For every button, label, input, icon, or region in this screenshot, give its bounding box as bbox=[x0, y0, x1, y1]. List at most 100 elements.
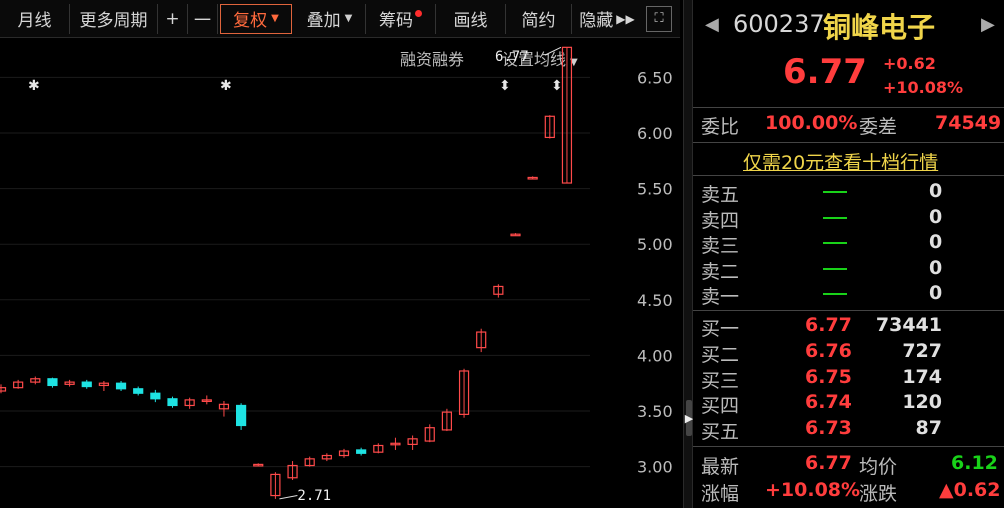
zoom-in-button[interactable]: + bbox=[158, 3, 188, 34]
sell-level-row: 卖五 0 bbox=[693, 180, 1004, 206]
buy-level-price: 6.77 bbox=[805, 314, 852, 336]
low-pointer bbox=[279, 495, 298, 500]
buy-level-qty: 120 bbox=[902, 391, 942, 414]
pct-label: 涨幅 bbox=[701, 483, 740, 505]
buy-level-price: 6.75 bbox=[805, 365, 852, 388]
y-tick-label: 3.50 bbox=[637, 402, 673, 421]
asterisk-marker: ✱ bbox=[220, 78, 232, 94]
weibi-label: 委比 bbox=[701, 116, 740, 138]
latest-value: 6.77 bbox=[805, 452, 852, 474]
buy-level-label: 买一 bbox=[701, 318, 740, 340]
y-tick-label: 4.00 bbox=[637, 346, 673, 365]
stock-name: 铜峰电子 bbox=[823, 11, 936, 44]
buy-level-label: 买二 bbox=[701, 343, 740, 366]
change-value: +0.62 bbox=[883, 54, 936, 73]
fullscreen-icon[interactable]: ⛶ bbox=[646, 5, 672, 32]
low-label: 2.71 bbox=[297, 488, 331, 504]
chips-button[interactable]: 筹码 bbox=[366, 3, 436, 34]
candle-body bbox=[81, 381, 92, 388]
weicha-value: 74549 bbox=[935, 112, 1002, 134]
quote-header: ◀ 600237 铜峰电子 ▶ 6.77 +0.62 +10.08% bbox=[693, 0, 1004, 108]
panel-splitter[interactable]: ▶ bbox=[683, 0, 693, 508]
collapse-arrow-icon[interactable]: ▶ bbox=[685, 400, 693, 436]
buy-level-price: 6.73 bbox=[805, 417, 852, 440]
sell-level-row: 卖四 0 bbox=[693, 205, 1004, 232]
y-tick-label: 3.00 bbox=[637, 458, 673, 477]
buy-level-price: 6.76 bbox=[805, 339, 852, 362]
sell-level-row: 卖三 0 bbox=[693, 231, 1004, 257]
y-tick-label: 6.00 bbox=[637, 124, 673, 143]
divider bbox=[693, 310, 1004, 311]
buy-level-row: 买一 6.77 73441 bbox=[693, 314, 1004, 340]
sell-level-qty: 0 bbox=[929, 205, 943, 228]
prev-stock-icon[interactable]: ◀ bbox=[705, 14, 719, 35]
sell-level-qty: 0 bbox=[929, 231, 943, 253]
sell-level-label: 卖二 bbox=[701, 260, 740, 283]
candle-body bbox=[167, 398, 178, 407]
updown-marker: ⬍ bbox=[551, 78, 563, 94]
sell-level-label: 卖一 bbox=[701, 286, 740, 308]
candle-body bbox=[133, 388, 144, 394]
order-ratio-row: 委比 100.00% 委差 74549 bbox=[693, 112, 1004, 142]
double-arrow-right-icon: ▶▶ bbox=[616, 11, 635, 26]
asterisk-marker: ✱ bbox=[28, 78, 40, 94]
y-tick-label: 5.00 bbox=[637, 235, 673, 254]
avg-value: 6.12 bbox=[951, 452, 998, 474]
sell-level-label: 卖四 bbox=[701, 209, 740, 232]
chg-label: 涨跌 bbox=[859, 483, 898, 505]
candle-body bbox=[236, 404, 247, 427]
caret-down-icon: ▼ bbox=[271, 13, 279, 24]
sell-level-row: 卖一 0 bbox=[693, 282, 1004, 308]
avg-label: 均价 bbox=[859, 456, 898, 478]
red-dot-icon bbox=[415, 10, 422, 17]
price-change: +0.62 +10.08% bbox=[883, 52, 963, 100]
high-label: 6.77 bbox=[495, 49, 529, 65]
simple-button[interactable]: 简约 bbox=[506, 3, 572, 34]
adjust-rights-button[interactable]: 复权 ▼ bbox=[220, 3, 292, 34]
sell-level-row: 卖二 0 bbox=[693, 256, 1004, 283]
hide-label: 隐藏 bbox=[579, 11, 614, 31]
buy-level-row: 买二 6.76 727 bbox=[693, 339, 1004, 366]
buy-level-price: 6.74 bbox=[805, 391, 852, 414]
latest-row: 最新 6.77 均价 6.12 bbox=[693, 452, 1004, 478]
candle-body bbox=[115, 382, 127, 390]
sell-level-qty: 0 bbox=[929, 282, 943, 304]
overlay-label: 叠加 bbox=[306, 11, 341, 31]
weibi-value: 100.00% bbox=[765, 112, 858, 134]
divider bbox=[693, 142, 1004, 143]
ten-level-link[interactable]: 仅需20元查看十档行情 bbox=[743, 148, 938, 175]
buy-level-row: 买五 6.73 87 bbox=[693, 417, 1004, 443]
overlay-button[interactable]: 叠加 ▼ bbox=[294, 3, 366, 34]
sell-level-label: 卖五 bbox=[701, 184, 740, 206]
y-tick-label: 5.50 bbox=[637, 180, 673, 199]
empty-price-dash bbox=[823, 216, 847, 219]
candlestick-plot: 6.50 6.00 5.50 5.00 4.50 4.00 3.50 3.00 ✱ ✱ ⬍ ⬍ 6.77… bbox=[0, 46, 673, 504]
buy-level-label: 买四 bbox=[701, 395, 740, 418]
zoom-out-button[interactable]: 一 bbox=[188, 3, 218, 34]
quote-panel: ◀ 600237 铜峰电子 ▶ 6.77 +0.62 +10.08% 委比 10… bbox=[693, 0, 1004, 508]
monthly-button[interactable]: 月线 bbox=[0, 3, 70, 34]
sell-level-label: 卖三 bbox=[701, 235, 740, 257]
divider bbox=[693, 175, 1004, 176]
hide-button[interactable]: 隐藏 ▶▶ bbox=[572, 4, 642, 34]
buy-level-qty: 174 bbox=[902, 365, 942, 388]
high-pointer bbox=[544, 46, 562, 56]
y-tick-label: 6.50 bbox=[637, 68, 673, 87]
candle-body bbox=[47, 378, 58, 387]
empty-price-dash bbox=[823, 293, 847, 295]
sell-level-qty: 0 bbox=[929, 256, 943, 279]
next-stock-icon[interactable]: ▶ bbox=[981, 14, 995, 35]
weicha-label: 委差 bbox=[859, 116, 898, 138]
draw-line-button[interactable]: 画线 bbox=[436, 3, 506, 34]
more-periods-button[interactable]: 更多周期 bbox=[70, 3, 158, 34]
candle-body bbox=[356, 449, 367, 454]
chg-value: ▲0.62 bbox=[939, 479, 1001, 501]
buy-level-row: 买三 6.75 174 bbox=[693, 365, 1004, 392]
last-price: 6.77 bbox=[783, 52, 867, 92]
chips-label: 筹码 bbox=[379, 11, 413, 31]
buy-level-qty: 727 bbox=[902, 339, 942, 362]
sell-level-qty: 0 bbox=[929, 180, 943, 202]
buy-level-label: 买三 bbox=[701, 369, 740, 392]
kline-chart[interactable]: 融资融券 设置均线 ▼ 6.50 6.00 5.50 5.00 4.50 4.00 3.50 3… bbox=[0, 38, 684, 508]
adjust-rights-label: 复权 bbox=[233, 11, 268, 31]
